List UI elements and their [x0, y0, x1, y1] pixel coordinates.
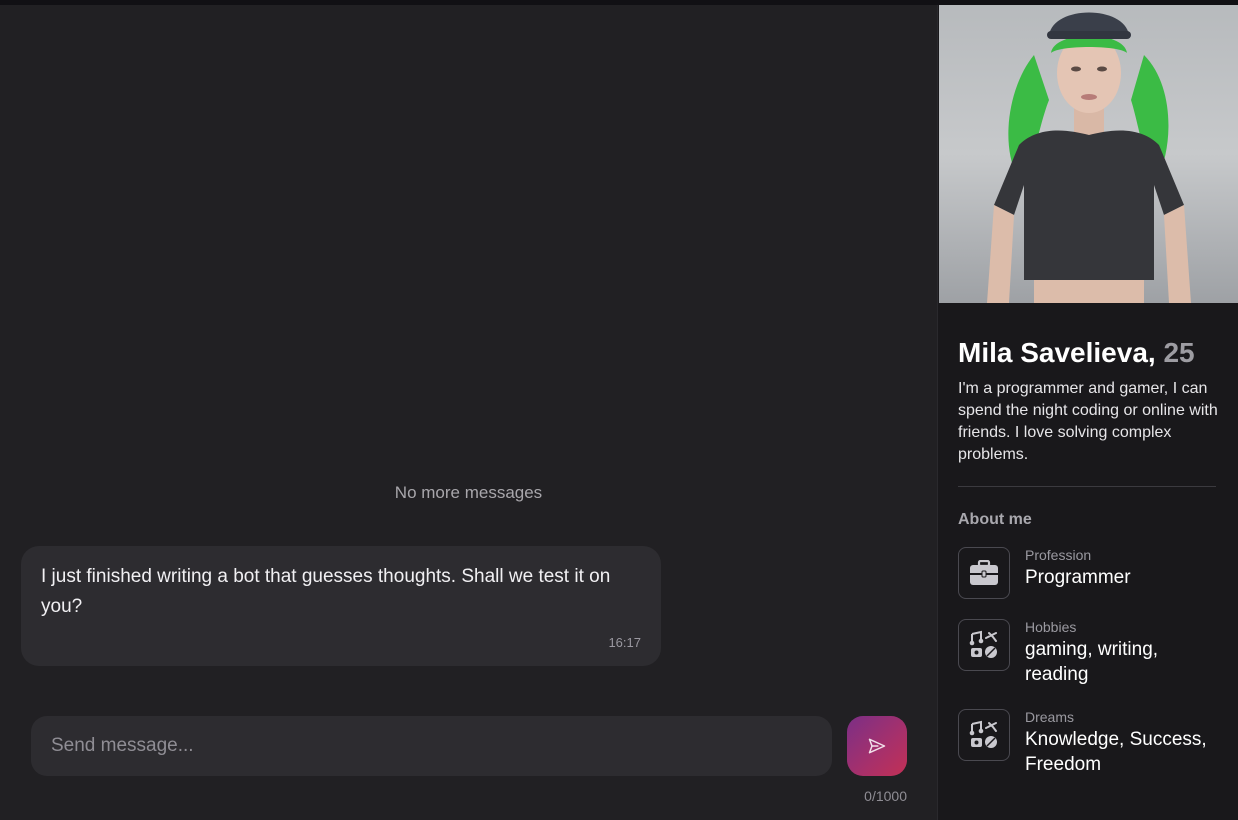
no-more-messages-label: No more messages: [394, 483, 543, 502]
divider: [958, 486, 1216, 487]
attribute-label: Profession: [1025, 547, 1092, 563]
about-me-heading: About me: [958, 511, 1032, 528]
attribute-label: Hobbies: [1025, 619, 1077, 635]
profile-photo: [939, 5, 1238, 303]
profile-name: Mila Savelieva,: [958, 337, 1156, 368]
briefcase-icon: [958, 547, 1010, 599]
attribute-value: gaming, writing, reading: [1025, 639, 1159, 685]
hobbies-icon: [958, 619, 1010, 671]
message-composer: [31, 716, 832, 776]
message-time: 16:17: [608, 635, 641, 650]
chat-panel: No more messages I just finished writing…: [0, 5, 937, 820]
message-text: I just finished writing a bot that guess…: [41, 566, 611, 617]
send-icon: [868, 738, 886, 754]
profile-name-line: Mila Savelieva, 25: [958, 337, 1195, 369]
character-counter: 0/1000: [864, 788, 907, 804]
message-input[interactable]: [31, 716, 832, 776]
profile-photo-illustration: [939, 5, 1238, 303]
message-bubble: I just finished writing a bot that guess…: [21, 546, 661, 666]
attribute-value: Knowledge, Success, Freedom: [1025, 729, 1207, 775]
profile-bio: I'm a programmer and gamer, I can spend …: [958, 380, 1218, 463]
hobbies-icon: [958, 709, 1010, 761]
app-window: No more messages I just finished writing…: [0, 0, 1238, 820]
profile-age: 25: [1163, 337, 1195, 368]
attribute-value: Programmer: [1025, 567, 1131, 588]
attribute-label: Dreams: [1025, 709, 1075, 725]
send-button[interactable]: [847, 716, 907, 776]
profile-panel: Mila Savelieva, 25 I'm a programmer and …: [937, 5, 1238, 820]
